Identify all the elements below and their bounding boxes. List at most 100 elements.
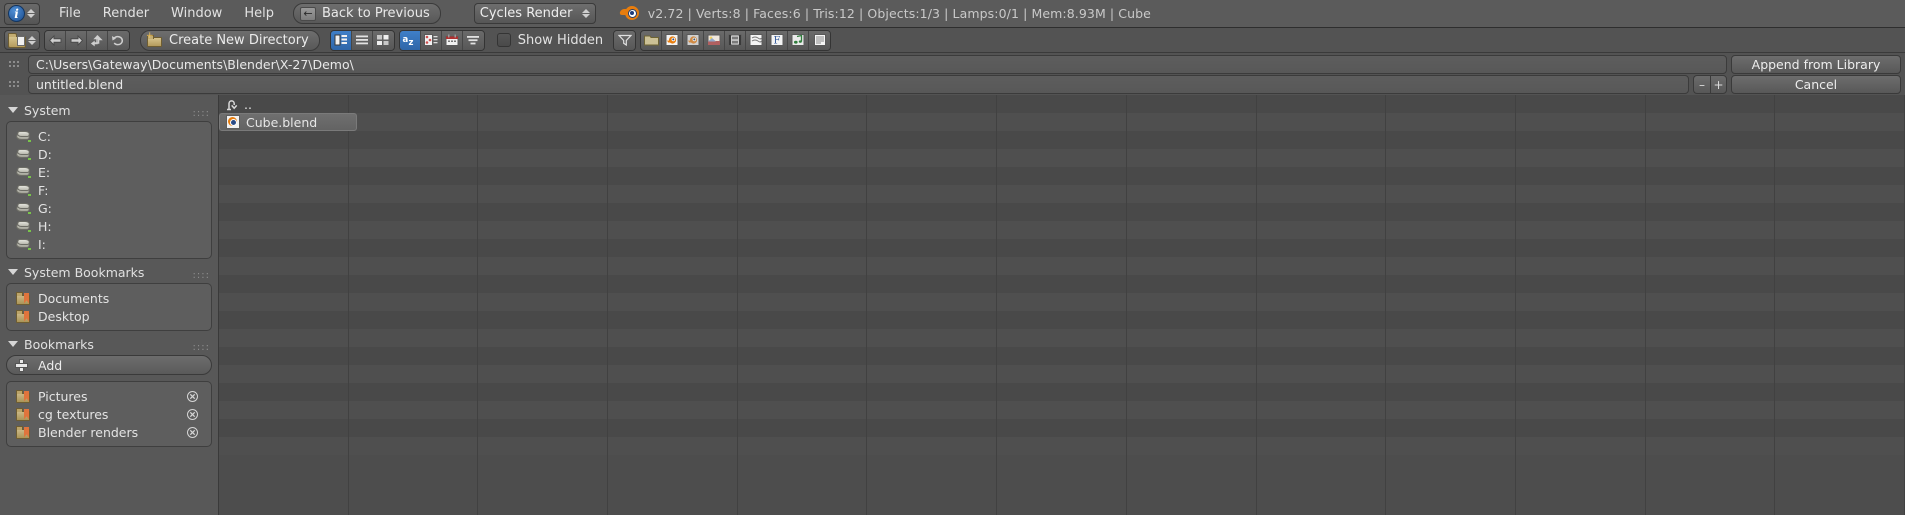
bookmark-item-pictures[interactable]: Pictures <box>11 387 207 405</box>
parent-directory-icon <box>225 98 238 111</box>
triangle-down-icon <box>8 341 18 347</box>
cancel-button[interactable]: Cancel <box>1731 75 1901 94</box>
drive-label: I: <box>38 236 46 252</box>
directory-path-input[interactable]: C:\Users\Gateway\Documents\Blender\X-27\… <box>28 54 1727 74</box>
sort-by-type-icon[interactable] <box>420 30 442 50</box>
panel-system-title: System <box>24 102 71 118</box>
add-bookmark-button[interactable]: Add <box>6 355 212 375</box>
nav-refresh-button[interactable] <box>108 30 129 50</box>
drag-grip-icon[interactable] <box>4 55 24 73</box>
text-file-icon[interactable] <box>809 30 831 50</box>
bookmark-label: Documents <box>38 290 110 306</box>
drive-label: D: <box>38 146 52 162</box>
image-file-icon[interactable] <box>704 30 726 50</box>
create-new-directory-button[interactable]: + Create New Directory <box>140 29 320 51</box>
bookmark-folder-icon <box>16 389 31 403</box>
bookmark-item-blender-renders[interactable]: Blender renders <box>11 423 207 441</box>
sort-by-size-icon[interactable] <box>462 30 484 50</box>
chevron-updown-icon <box>28 35 36 45</box>
bookmark-folder-icon <box>16 425 31 439</box>
sort-mode-buttons: az <box>398 29 485 51</box>
scene-statistics: v2.72 | Verts:8 | Faces:6 | Tris:12 | Ob… <box>647 6 1151 21</box>
bookmark-label: Pictures <box>38 388 88 404</box>
bookmark-item-documents[interactable]: Documents <box>11 289 207 307</box>
nav-parent-directory-button[interactable] <box>87 30 108 50</box>
blend-backup-icon[interactable] <box>683 30 705 50</box>
drive-item-e[interactable]: E: <box>11 163 207 181</box>
append-from-library-button[interactable]: Append from Library <box>1731 54 1901 74</box>
display-thumbnails-icon[interactable] <box>372 30 394 50</box>
add-bookmark-label: Add <box>38 357 63 373</box>
editor-type-selector[interactable]: i <box>4 2 40 25</box>
menu-file[interactable]: File <box>48 3 92 24</box>
close-x-icon[interactable] <box>185 407 199 421</box>
file-browser-body: System :::: C: D: E: F: G: H: I: System … <box>0 95 1905 515</box>
render-engine-value: Cycles Render <box>479 6 573 21</box>
sort-alphabetical-icon[interactable]: az <box>399 30 421 50</box>
panel-system-bookmarks-title: System Bookmarks <box>24 264 145 280</box>
show-hidden-toggle[interactable]: Show Hidden <box>496 33 603 48</box>
folder-icon[interactable] <box>641 30 663 50</box>
display-long-list-icon[interactable] <box>351 30 373 50</box>
nav-forward-button[interactable] <box>66 30 87 50</box>
panel-resize-grip-icon[interactable]: :::: <box>193 108 210 119</box>
close-x-icon[interactable] <box>185 389 199 403</box>
display-mode-buttons <box>329 29 395 51</box>
filename-increment-group: – + <box>1693 75 1727 94</box>
sound-file-icon[interactable] <box>788 30 810 50</box>
panel-system-bookmarks-header[interactable]: System Bookmarks :::: <box>6 261 212 283</box>
drive-item-h[interactable]: H: <box>11 217 207 235</box>
sort-by-date-icon[interactable] <box>441 30 463 50</box>
file-entry-parent[interactable]: .. <box>219 95 357 113</box>
filename-increment-button[interactable]: + <box>1710 75 1727 94</box>
file-browser-editor-type-selector[interactable] <box>4 30 40 50</box>
file-list-column <box>1516 95 1646 515</box>
file-list-column <box>997 95 1127 515</box>
disk-drive-icon <box>15 148 31 160</box>
file-list-area[interactable]: .. Cube.blend <box>219 95 1905 515</box>
blend-file-icon <box>226 115 240 129</box>
disk-drive-icon <box>15 130 31 142</box>
bookmark-item-cg-textures[interactable]: cg textures <box>11 405 207 423</box>
file-list-column <box>867 95 998 515</box>
menu-render[interactable]: Render <box>92 3 160 24</box>
panel-resize-grip-icon[interactable]: :::: <box>193 342 210 353</box>
file-entry-cube-blend[interactable]: Cube.blend <box>219 113 357 131</box>
disk-drive-icon <box>15 184 31 196</box>
render-engine-selector[interactable]: Cycles Render <box>473 3 596 24</box>
svg-text:z: z <box>409 38 414 46</box>
display-short-list-icon[interactable] <box>330 30 352 50</box>
file-list-column <box>349 95 479 515</box>
bookmark-item-desktop[interactable]: Desktop <box>11 307 207 325</box>
movie-file-icon[interactable] <box>725 30 747 50</box>
font-file-icon[interactable]: F <box>767 30 789 50</box>
create-new-directory-label: Create New Directory <box>169 32 309 48</box>
drive-item-i[interactable]: I: <box>11 235 207 253</box>
filename-decrement-button[interactable]: – <box>1693 75 1710 94</box>
drag-grip-icon[interactable] <box>4 76 24 94</box>
back-to-previous-button[interactable]: ← Back to Previous <box>292 3 441 24</box>
menu-window[interactable]: Window <box>160 3 233 24</box>
drive-item-f[interactable]: F: <box>11 181 207 199</box>
drive-item-c[interactable]: C: <box>11 127 207 145</box>
drive-label: F: <box>38 182 49 198</box>
menu-help[interactable]: Help <box>233 3 285 24</box>
drive-label: C: <box>38 128 51 144</box>
nav-back-button[interactable] <box>45 30 66 50</box>
drive-item-d[interactable]: D: <box>11 145 207 163</box>
blender-window: i File Render Window Help ← Back to Prev… <box>0 0 1905 515</box>
blender-logo-icon <box>618 5 639 22</box>
bookmark-label: Desktop <box>38 308 90 324</box>
close-x-icon[interactable] <box>185 425 199 439</box>
panel-system-bookmarks: System Bookmarks :::: Documents Desktop <box>6 261 212 331</box>
script-file-icon[interactable] <box>746 30 768 50</box>
panel-resize-grip-icon[interactable]: :::: <box>193 270 210 281</box>
panel-system-header[interactable]: System :::: <box>6 99 212 121</box>
file-name-input[interactable]: untitled.blend <box>28 75 1689 94</box>
funnel-icon[interactable] <box>614 30 636 50</box>
bookmark-folder-icon <box>16 309 31 323</box>
panel-bookmarks-header[interactable]: Bookmarks :::: <box>6 333 212 355</box>
show-hidden-checkbox[interactable] <box>496 33 511 47</box>
blend-file-icon[interactable] <box>662 30 684 50</box>
drive-item-g[interactable]: G: <box>11 199 207 217</box>
